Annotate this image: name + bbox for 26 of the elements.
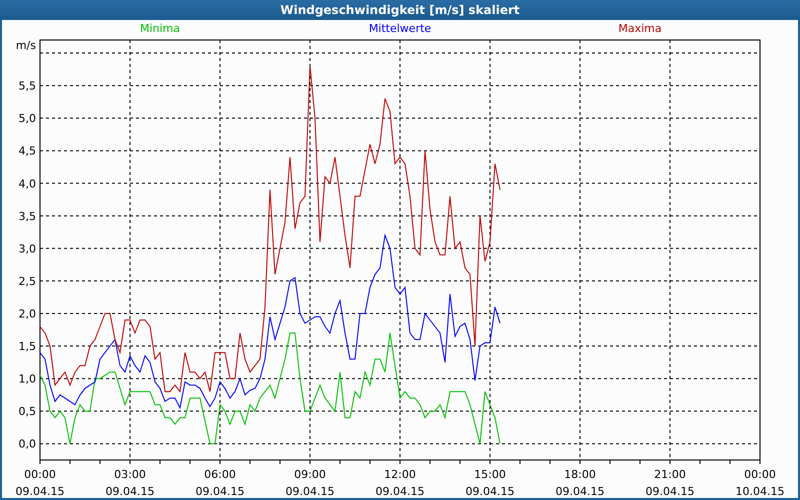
- axis-tick-label: 00:00 09.04.15: [16, 468, 64, 498]
- axis-tick-label: 1,0: [18, 372, 36, 386]
- window-title: Windgeschwindigkeit [m/s] skaliert: [0, 0, 800, 20]
- axis-tick-label: 00:00 10.04.15: [736, 468, 784, 498]
- axis-tick-label: 3,5: [18, 210, 36, 223]
- axis-tick-label: 09:00 09.04.15: [286, 468, 334, 498]
- axis-tick-label: 0,5: [18, 405, 36, 418]
- axis-tick-label: 5,0: [18, 112, 36, 126]
- axis-tick-label: 21:00 09.04.15: [646, 468, 694, 498]
- axis-tick-label: 15:00 09.04.15: [466, 468, 514, 498]
- axis-tick-label: 18:00 09.04.15: [556, 468, 604, 498]
- axis-tick-label: 4,0: [18, 177, 36, 190]
- axis-tick-label: 4,5: [18, 144, 36, 158]
- axis-tick-label: 1,5: [18, 340, 36, 354]
- legend-label: Minima: [140, 22, 180, 35]
- legend-label: Maxima: [618, 22, 662, 35]
- axis-tick-label: 12:00 09.04.15: [376, 468, 424, 498]
- legend-label: Mittelwerte: [368, 22, 432, 35]
- axis-tick-label: 06:00 09.04.15: [196, 468, 244, 498]
- axis-tick-label: 0,0: [18, 438, 36, 451]
- axis-tick-label: 03:00 09.04.15: [106, 468, 154, 498]
- axis-label: m/s: [16, 39, 36, 52]
- axis-tick-label: 2,5: [18, 274, 36, 288]
- axis-tick-label: 5,5: [18, 80, 36, 93]
- axis-tick-label: 2,0: [18, 308, 36, 320]
- axis-tick-label: 3,0: [18, 242, 36, 256]
